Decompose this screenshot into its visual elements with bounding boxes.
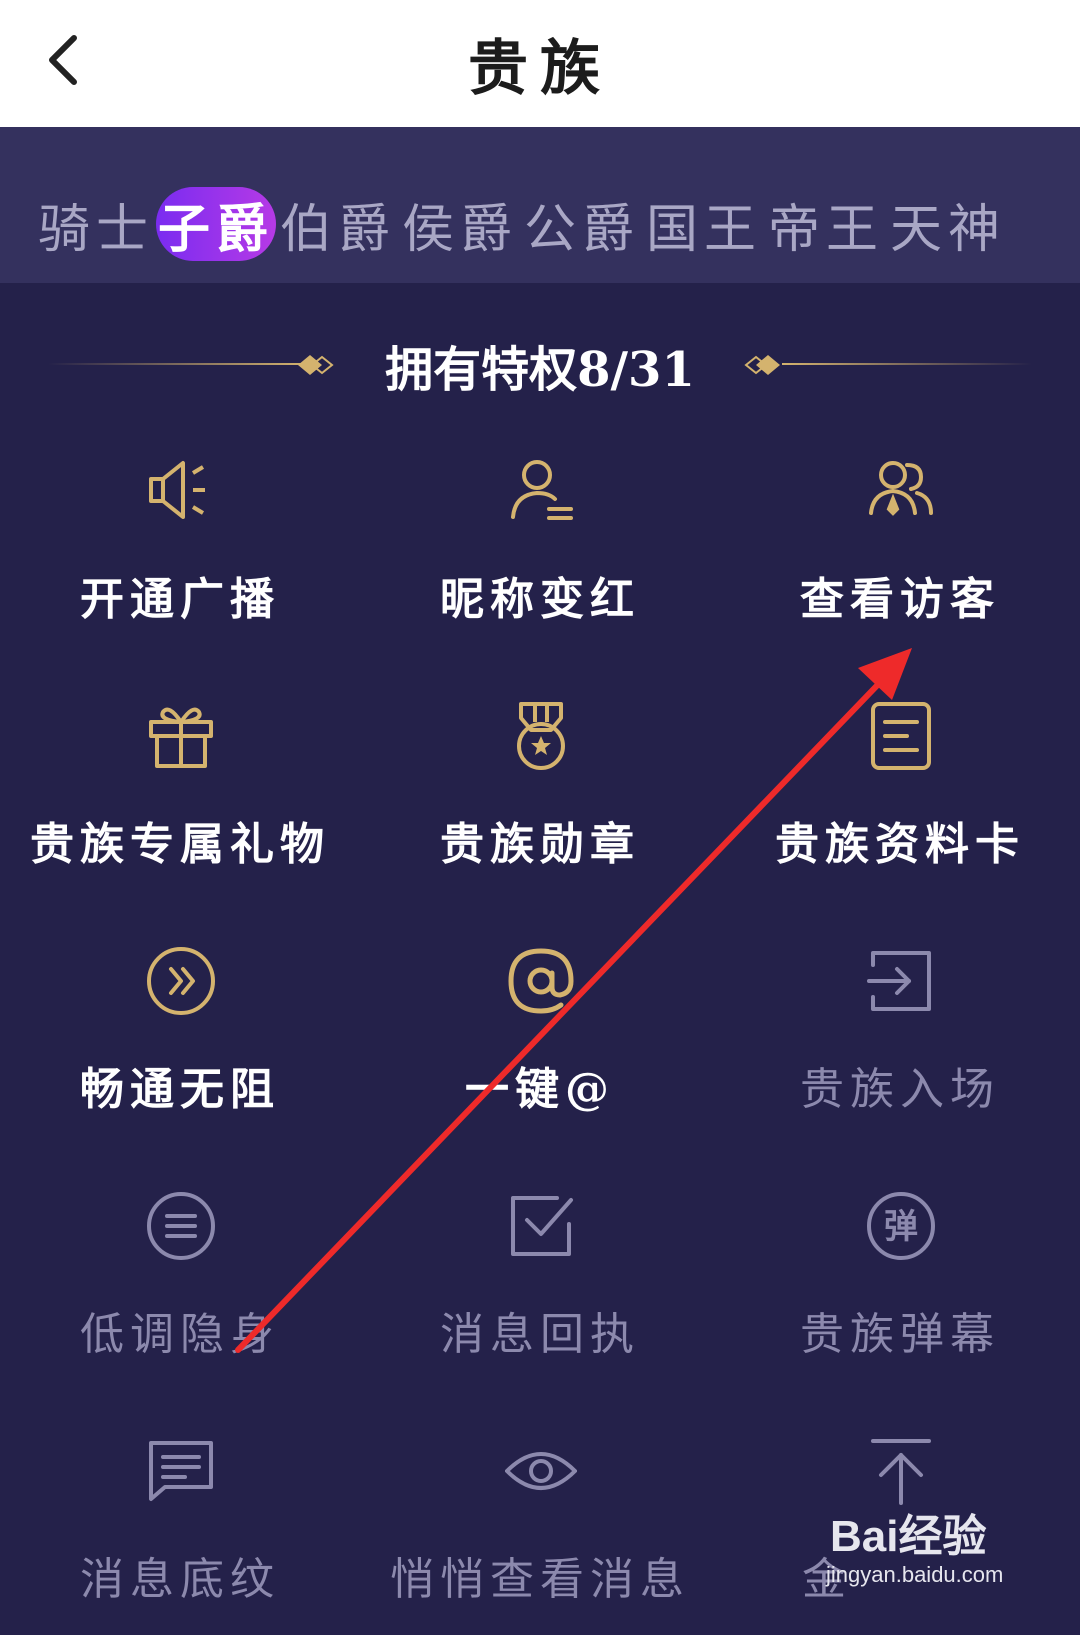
privilege-item[interactable]: 开通广播 [0, 455, 360, 655]
svg-text:弹: 弹 [884, 1207, 918, 1247]
fast-forward-icon [147, 947, 215, 1015]
watermark-url: jingyan.baidu.com [826, 1562, 1004, 1587]
tab-duke[interactable]: 公爵 [524, 187, 640, 261]
users-icon [869, 461, 933, 516]
privilege-item[interactable]: 查看访客 [720, 455, 1080, 655]
tab-knight[interactable]: 骑士 [38, 187, 154, 261]
privilege-label: 贵族勋章 [440, 819, 640, 870]
privilege-item[interactable]: 低调隐身 [0, 1190, 360, 1390]
medal-icon [517, 702, 565, 770]
menu-circle-icon [147, 1192, 215, 1260]
speaker-icon [149, 461, 205, 519]
privilege-label: 昵称变红 [440, 574, 640, 625]
profile-card-icon [871, 702, 931, 770]
privileges-count: 拥有特权8/31 [385, 342, 695, 398]
privilege-label: 悄悄查看消息 [390, 1554, 690, 1605]
arrow-up-icon [871, 1439, 931, 1505]
privilege-label: 查看访客 [800, 574, 1000, 625]
privilege-item[interactable]: 贵族勋章 [360, 700, 720, 900]
tab-viscount[interactable]: 子爵 [156, 187, 276, 261]
privilege-label: 贵族入场 [800, 1064, 1000, 1115]
privilege-item[interactable]: 贵族资料卡 [720, 700, 1080, 900]
privilege-item[interactable]: 贵族入场 [720, 945, 1080, 1145]
tab-marquis[interactable]: 侯爵 [402, 187, 518, 261]
tab-earl[interactable]: 伯爵 [280, 187, 396, 261]
privilege-label: 贵族弹幕 [800, 1309, 1000, 1360]
tab-emperor[interactable]: 帝王 [768, 187, 884, 261]
eye-icon [505, 1452, 577, 1490]
user-list-icon [511, 460, 573, 520]
page-title: 贵族 [468, 34, 612, 104]
privilege-label: 贵族专属礼物 [30, 819, 330, 870]
privilege-label: 一键@ [465, 1064, 615, 1115]
privilege-item[interactable]: 畅通无阻 [0, 945, 360, 1145]
privilege-label: 低调隐身 [80, 1309, 280, 1360]
privilege-item[interactable]: 消息底纹 [0, 1435, 360, 1635]
gift-icon [149, 707, 213, 768]
tab-king[interactable]: 国王 [646, 187, 762, 261]
privilege-item[interactable]: 昵称变红 [360, 455, 720, 655]
message-icon [149, 1441, 213, 1501]
watermark-logo: Bai经验 [830, 1512, 987, 1561]
privilege-item[interactable]: 弹 贵族弹幕 [720, 1190, 1080, 1390]
privilege-item[interactable]: 悄悄查看消息 [360, 1435, 720, 1635]
tab-god[interactable]: 天神 [890, 187, 1006, 261]
watermark: Bai经验 jingyan.baidu.com [790, 1500, 1050, 1610]
diamond-icon [298, 355, 334, 375]
enter-icon [867, 951, 931, 1011]
divider-right [782, 363, 1032, 365]
at-icon [508, 948, 574, 1014]
privileges-heading: 拥有特权8/31 [0, 330, 1080, 400]
danmaku-icon: 弹 [867, 1192, 935, 1260]
privilege-label: 消息回执 [440, 1309, 640, 1360]
privilege-label: 消息底纹 [80, 1554, 280, 1605]
diamond-icon [744, 355, 780, 375]
top-bar: 贵族 [0, 0, 1080, 127]
level-tabs: 骑士 子爵 伯爵 侯爵 公爵 国王 帝王 天神 [0, 127, 1080, 283]
divider-left [48, 363, 306, 365]
check-box-icon [511, 1196, 573, 1256]
privilege-item[interactable]: 贵族专属礼物 [0, 700, 360, 900]
privilege-label: 畅通无阻 [80, 1064, 280, 1115]
privilege-label: 开通广播 [80, 574, 280, 625]
privilege-item[interactable]: 消息回执 [360, 1190, 720, 1390]
privilege-item[interactable]: 一键@ [360, 945, 720, 1145]
privilege-label: 贵族资料卡 [775, 819, 1025, 870]
